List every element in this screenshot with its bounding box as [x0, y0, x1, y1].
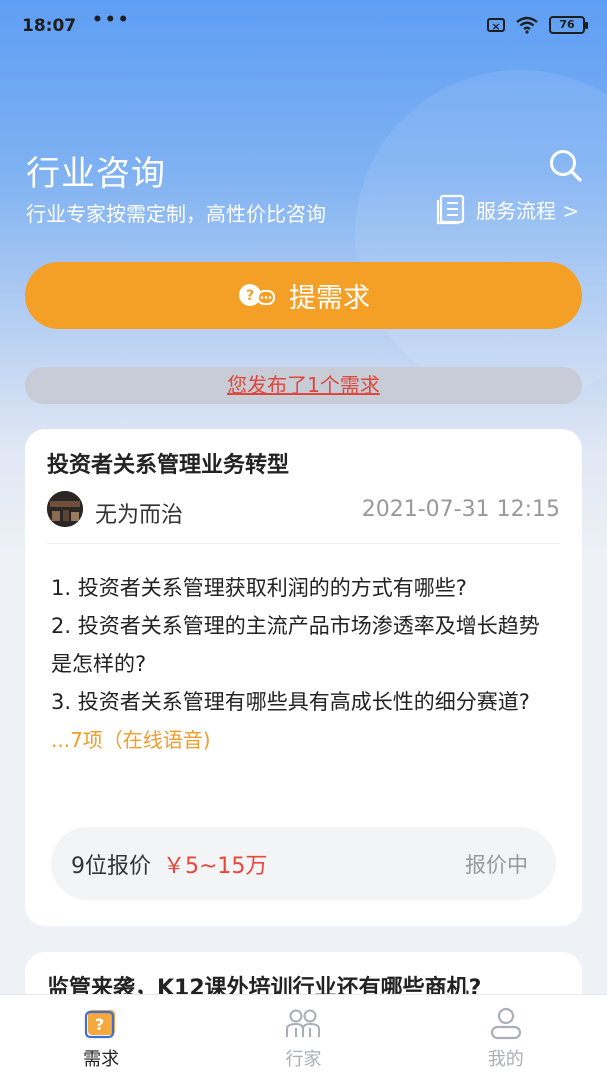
chat-bubble-icon: ?: [239, 283, 275, 306]
author-row: 无为而治 2021-07-31 12:15: [47, 491, 560, 544]
more-items-tag: ...7项（在线语音): [51, 728, 211, 752]
battery-icon: 76: [549, 16, 588, 34]
post-demand-button[interactable]: ? 提需求: [25, 262, 582, 329]
bottom-tab-bar: ? 需求 行家 我的: [0, 994, 607, 1081]
post-demand-label: 提需求: [289, 283, 370, 314]
tab-profile-label: 我的: [487, 1049, 524, 1070]
demand-card[interactable]: 投资者关系管理业务转型 无为而治 2021-07-31 12:15 1. 投资者…: [25, 429, 582, 926]
published-notice[interactable]: 您发布了1个需求: [25, 367, 582, 404]
tab-experts[interactable]: 行家: [202, 995, 404, 1081]
service-flow-link[interactable]: 服务流程 >: [436, 193, 579, 225]
page-subtitle: 行业专家按需定制，高性价比咨询: [26, 202, 326, 226]
status-time: 18:07: [22, 16, 77, 36]
tab-experts-label: 行家: [285, 1049, 322, 1070]
question-item: 3. 投资者关系管理有哪些具有高成长性的细分赛道?: [51, 690, 530, 714]
avatar: [47, 491, 83, 527]
demand-icon: ?: [85, 1010, 116, 1039]
quote-price: ￥5~15万: [163, 853, 268, 879]
question-list: 1. 投资者关系管理获取利润的的方式有哪些? 2. 投资者关系管理的主流产品市场…: [51, 569, 556, 759]
search-button[interactable]: [548, 148, 584, 184]
no-sim-icon: ×: [487, 18, 505, 33]
status-bar: 18:07 ••• × 76: [0, 0, 607, 52]
question-item: 1. 投资者关系管理获取利润的的方式有哪些?: [51, 576, 467, 600]
author-name: 无为而治: [95, 503, 184, 528]
quote-count: 9位报价: [71, 853, 151, 879]
svg-text:?: ?: [246, 288, 254, 304]
page-title: 行业咨询: [26, 154, 166, 194]
service-flow-label: 服务流程 >: [476, 198, 580, 223]
status-dots: •••: [92, 10, 131, 30]
profile-icon: [490, 1007, 521, 1040]
tab-profile[interactable]: 我的: [405, 995, 607, 1081]
svg-text:?: ?: [95, 1015, 104, 1034]
quote-bar: 9位报价 ￥5~15万 报价中: [51, 827, 556, 900]
wifi-icon: [516, 16, 538, 34]
demand-title: 投资者关系管理业务转型: [47, 453, 290, 478]
tab-demand[interactable]: ? 需求: [0, 995, 202, 1081]
document-icon: [436, 194, 465, 225]
status-icons: × 76: [487, 16, 588, 34]
question-item: 2. 投资者关系管理的主流产品市场渗透率及增长趋势是怎样的?: [51, 614, 540, 676]
experts-icon: [286, 1009, 321, 1037]
post-time: 2021-07-31 12:15: [361, 497, 560, 522]
tab-demand-label: 需求: [83, 1049, 120, 1070]
decorative-circle: [355, 70, 607, 400]
quote-status: 报价中: [465, 852, 528, 877]
search-icon: [550, 150, 582, 182]
